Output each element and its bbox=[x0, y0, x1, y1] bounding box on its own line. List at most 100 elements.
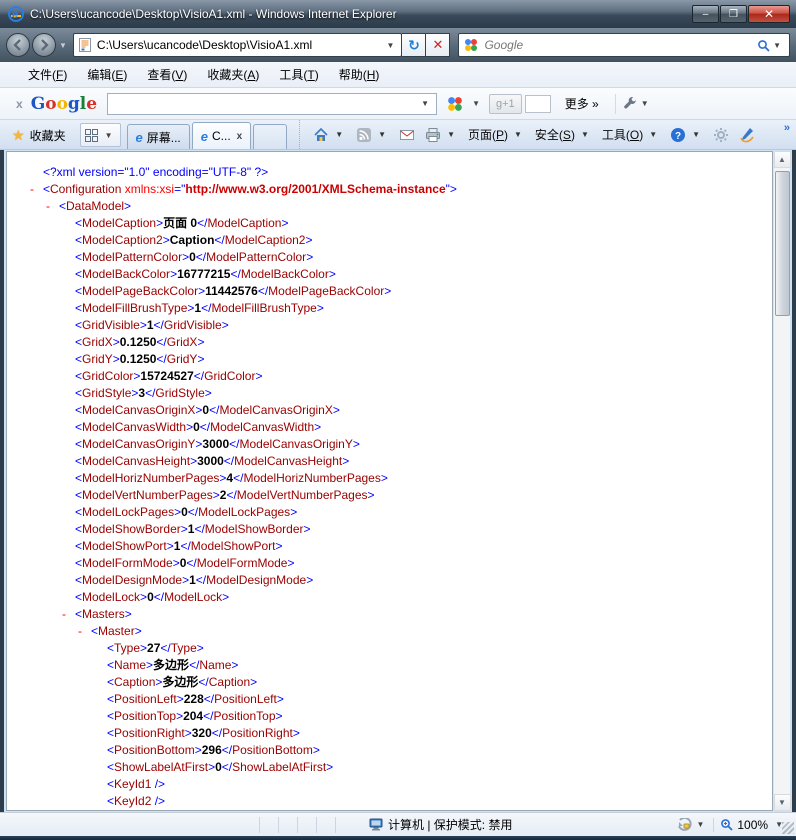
forward-button[interactable] bbox=[32, 33, 56, 57]
zoom-level: 100% bbox=[737, 817, 769, 832]
command-p[interactable]: 页面(P) ▼ bbox=[463, 124, 530, 146]
google-search-button[interactable]: ▼ bbox=[441, 93, 489, 115]
xml-line: <GridX>0.1250</GridX> bbox=[75, 335, 205, 349]
search-icon[interactable] bbox=[757, 39, 770, 52]
scroll-up-icon[interactable]: ▲ bbox=[773, 151, 791, 168]
share-count-box bbox=[524, 94, 551, 113]
address-dropdown-icon[interactable]: ▼ bbox=[384, 41, 398, 50]
close-button[interactable]: ✕ bbox=[748, 5, 790, 23]
menu-item-t[interactable]: 工具(T) bbox=[269, 63, 328, 86]
xml-line: <GridColor>15724527</GridColor> bbox=[75, 369, 263, 383]
xml-line: <ModelVertNumberPages>2</ModelVertNumber… bbox=[75, 488, 375, 502]
zoom-control[interactable]: 100% ▼ bbox=[713, 817, 792, 832]
new-tab-stub[interactable] bbox=[253, 124, 288, 149]
mail-button[interactable] bbox=[394, 124, 420, 146]
back-button[interactable] bbox=[6, 33, 30, 57]
wrench-icon[interactable] bbox=[622, 96, 638, 112]
collapse-marker[interactable]: - bbox=[62, 606, 75, 623]
title-bar: e C:\Users\ucancode\Desktop\VisioA1.xml … bbox=[0, 0, 796, 28]
scroll-down-icon[interactable]: ▼ bbox=[773, 794, 791, 811]
collapse-marker[interactable]: - bbox=[30, 181, 43, 198]
xml-line: - <Masters> bbox=[62, 606, 132, 623]
navigation-bar: ▼ C:\Users\ucancode\Desktop\VisioA1.xml … bbox=[0, 28, 796, 62]
xml-line: - <Master> bbox=[78, 623, 142, 640]
collapse-marker[interactable]: - bbox=[78, 623, 91, 640]
menu-item-f[interactable]: 文件(F) bbox=[18, 63, 77, 86]
address-bar[interactable]: C:\Users\ucancode\Desktop\VisioA1.xml ▼ bbox=[72, 33, 403, 57]
wrench-dropdown-icon[interactable]: ▼ bbox=[638, 99, 652, 108]
home-icon bbox=[314, 127, 328, 141]
maximize-button[interactable]: ❐ bbox=[720, 5, 747, 23]
help-button[interactable]: ? ▼ bbox=[665, 124, 708, 146]
xml-line: <PositionTop>204</PositionTop> bbox=[107, 709, 283, 723]
command-label[interactable]: 安全(S) bbox=[535, 126, 575, 143]
toolbar-close-icon[interactable]: x bbox=[8, 97, 31, 111]
quick-tabs-icon bbox=[84, 128, 98, 142]
privacy-button[interactable]: ▼ bbox=[672, 817, 713, 832]
quick-tabs-button[interactable]: ▼ bbox=[79, 123, 121, 147]
command-bar: ▼ ▼ ▼ 页面(P) ▼ 安全(S) ▼ 工具(O) ▼ ? ▼ bbox=[299, 120, 760, 149]
search-box[interactable]: Google ▼ bbox=[458, 33, 791, 57]
scrollbar-track[interactable] bbox=[774, 168, 791, 794]
search-dropdown-icon[interactable]: ▼ bbox=[770, 41, 784, 50]
history-dropdown[interactable]: ▼ bbox=[59, 41, 67, 50]
command-s[interactable]: 安全(S) ▼ bbox=[530, 124, 597, 146]
star-icon: ★ bbox=[12, 126, 25, 143]
menu-bar: 文件(F) 编辑(E) 查看(V) 收藏夹(A) 工具(T) 帮助(H) bbox=[0, 62, 796, 88]
xml-line: <ModelCaption2>Caption</ModelCaption2> bbox=[75, 233, 313, 247]
help-dropdown-icon[interactable]: ▼ bbox=[689, 130, 703, 139]
xml-line: <ModelDesignMode>1</ModelDesignMode> bbox=[75, 573, 314, 587]
xml-line: <Caption>多边形</Caption> bbox=[107, 675, 258, 689]
xml-line: <?xml version="1.0" encoding="UTF-8" ?> bbox=[43, 165, 269, 179]
tab-label: 屏幕... bbox=[146, 130, 181, 145]
refresh-button[interactable]: ↻ bbox=[402, 33, 427, 57]
menu-item-a[interactable]: 收藏夹(A) bbox=[197, 63, 269, 86]
plus-one-button[interactable]: g+1 bbox=[489, 93, 522, 114]
menu-item-h[interactable]: 帮助(H) bbox=[329, 63, 390, 86]
quick-tabs-dropdown-icon: ▼ bbox=[104, 130, 113, 140]
stop-button[interactable]: ✕ bbox=[426, 33, 451, 57]
feeds-dropdown-icon[interactable]: ▼ bbox=[375, 130, 389, 139]
browser-tab-0[interactable]: e 屏幕... bbox=[126, 124, 190, 149]
google-logo: Google bbox=[30, 93, 98, 114]
xml-line: <ShowLabelAtFirst>0</ShowLabelAtFirst> bbox=[107, 760, 334, 774]
tab-close-icon[interactable]: x bbox=[237, 131, 243, 142]
feeds-button[interactable]: ▼ bbox=[351, 124, 394, 146]
resize-grip[interactable] bbox=[782, 822, 794, 834]
xml-line: - <DataModel> bbox=[46, 198, 132, 215]
browser-window: e C:\Users\ucancode\Desktop\VisioA1.xml … bbox=[0, 0, 796, 840]
more-button[interactable]: 更多 » bbox=[565, 95, 599, 112]
home-button[interactable]: ▼ bbox=[308, 124, 351, 146]
address-input[interactable]: C:\Users\ucancode\Desktop\VisioA1.xml bbox=[97, 38, 384, 52]
print-dropdown-icon[interactable]: ▼ bbox=[444, 130, 458, 139]
home-dropdown-icon[interactable]: ▼ bbox=[332, 130, 346, 139]
google-search-options-icon[interactable]: ▼ bbox=[469, 99, 483, 108]
status-bar: 计算机 | 保护模式: 禁用 ▼ 100% ▼ bbox=[0, 812, 796, 836]
refresh-icon: ↻ bbox=[408, 36, 420, 53]
browser-tab-1[interactable]: e C... x bbox=[191, 122, 252, 149]
menu-item-e[interactable]: 编辑(E) bbox=[77, 63, 137, 86]
print-button[interactable]: ▼ bbox=[420, 124, 463, 146]
command-label[interactable]: 工具(O) bbox=[602, 126, 643, 143]
xml-line: <GridStyle>3</GridStyle> bbox=[75, 386, 212, 400]
chevron-more-icon[interactable]: » bbox=[784, 122, 790, 134]
favorites-button[interactable]: ★ 收藏夹 bbox=[4, 123, 74, 147]
svg-text:?: ? bbox=[675, 131, 681, 142]
settings-button[interactable] bbox=[708, 124, 734, 146]
vertical-scrollbar[interactable]: ▲ ▼ bbox=[773, 151, 791, 811]
svg-text:e: e bbox=[12, 9, 18, 21]
xml-line: <ModelFillBrushType>1</ModelFillBrushTyp… bbox=[75, 301, 324, 315]
xml-line: <ModelPatternColor>0</ModelPatternColor> bbox=[75, 250, 314, 264]
command-label[interactable]: 页面(P) bbox=[468, 126, 508, 143]
addon-button[interactable] bbox=[734, 124, 760, 146]
menu-item-v[interactable]: 查看(V) bbox=[137, 63, 197, 86]
command-o[interactable]: 工具(O) ▼ bbox=[597, 124, 665, 146]
google-search-dropdown-icon[interactable]: ▼ bbox=[418, 99, 432, 108]
minimize-button[interactable]: – bbox=[692, 5, 719, 23]
search-input[interactable]: Google bbox=[484, 38, 757, 52]
google-search-input[interactable]: ▼ bbox=[107, 92, 438, 115]
scrollbar-thumb[interactable] bbox=[774, 171, 790, 316]
xml-line: <PositionRight>320</PositionRight> bbox=[107, 726, 300, 740]
collapse-marker[interactable]: - bbox=[46, 198, 59, 215]
privacy-dropdown-icon[interactable]: ▼ bbox=[693, 820, 707, 829]
